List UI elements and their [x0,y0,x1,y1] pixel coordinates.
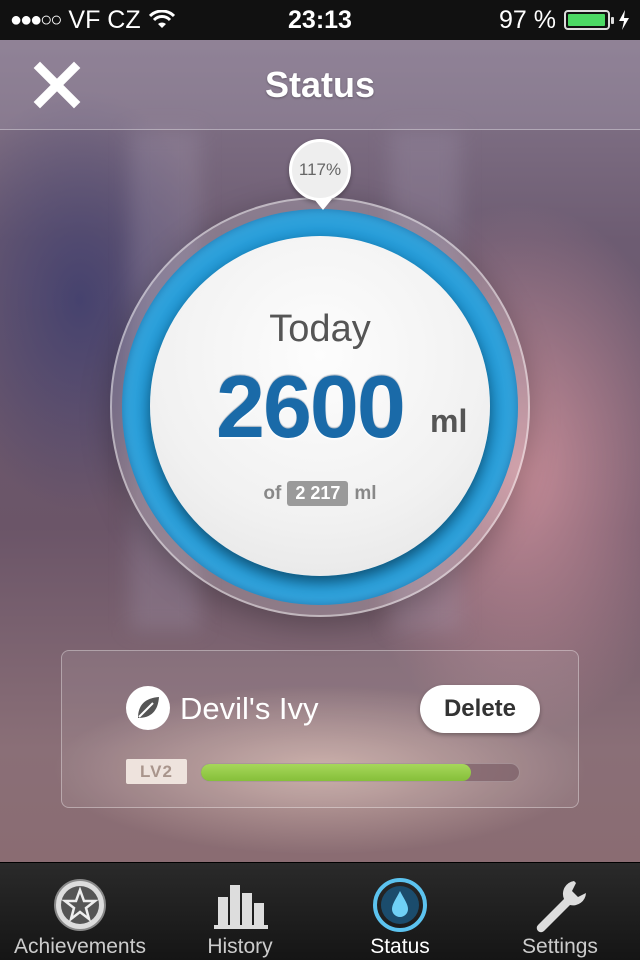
percent-bubble: 117% [289,139,351,210]
close-icon [33,61,81,109]
charging-icon [619,10,629,30]
level-badge: LV2 [126,759,187,784]
plant-progress-fill [201,764,472,781]
tab-settings[interactable]: Settings [480,863,640,960]
intake-disc[interactable]: Today 2600 ml of 2 217 ml [150,236,490,576]
carrier-name: VF CZ [68,5,141,34]
bar-chart-icon [214,885,268,929]
tab-bar: Achievements History Status Settings [0,862,640,960]
intake-unit: ml [430,403,468,439]
plant-progress-bar [200,763,520,782]
intake-amount: 2600 [216,357,406,456]
wifi-icon [148,10,175,28]
signal-strength: ●●●○○ [10,8,62,31]
goal-value: 2 217 [287,481,349,506]
status-bar: ●●●○○ VF CZ 23:13 97 % [0,0,640,40]
page-title: Status [264,64,376,105]
wrench-icon [536,881,586,933]
today-label: Today [269,308,371,350]
goal-prefix: of [263,483,282,504]
tab-achievements[interactable]: Achievements [0,863,160,960]
tab-status[interactable]: Status [320,863,480,960]
close-button[interactable] [32,60,82,110]
delete-button[interactable]: Delete [420,685,540,733]
tab-label: Status [370,935,430,958]
navigation-bar: Status [0,40,640,130]
tab-label: History [207,935,273,958]
battery-icon [564,10,614,30]
tab-history[interactable]: History [160,863,320,960]
plant-name: Devil's Ivy [180,691,319,726]
tab-label: Settings [522,935,598,958]
battery-percent: 97 % [499,5,556,34]
plant-card: Devil's Ivy Delete LV2 [61,650,579,808]
tab-label: Achievements [14,935,146,958]
leaf-icon [126,686,170,730]
clock: 23:13 [288,5,352,34]
water-drop-icon [373,878,427,932]
star-icon [54,879,106,931]
goal-unit: ml [354,483,377,504]
daily-goal: of 2 217 ml [150,481,490,506]
